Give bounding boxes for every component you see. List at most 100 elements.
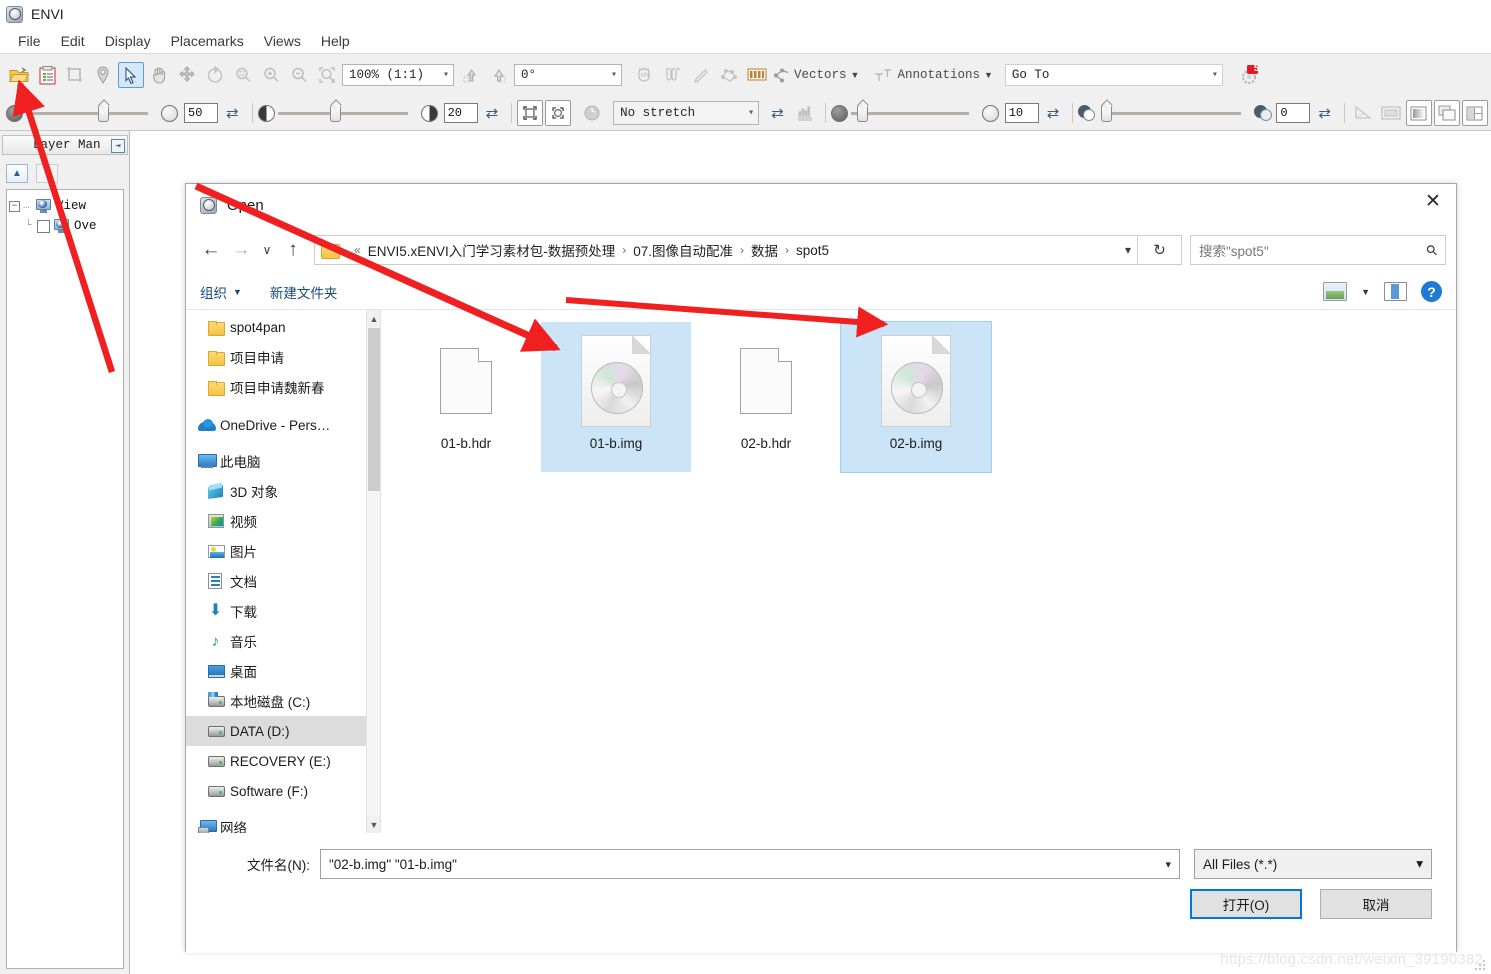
place-item-spot4pan[interactable]: spot4pan	[186, 312, 380, 342]
place-item-network[interactable]: 网络	[186, 812, 380, 833]
paste-icon[interactable]	[34, 62, 60, 88]
reset-sharpen-icon[interactable]: ⇄	[1047, 104, 1060, 122]
place-item-data-d[interactable]: DATA (D:)	[186, 716, 380, 746]
menu-help[interactable]: Help	[311, 31, 360, 51]
menu-edit[interactable]: Edit	[51, 31, 95, 51]
zoom-in-icon[interactable]	[258, 62, 284, 88]
open-button[interactable]: 打开(O)	[1190, 889, 1302, 919]
vectors-icon[interactable]	[772, 62, 792, 88]
breadcrumb-overflow[interactable]: «	[354, 243, 361, 257]
forward-icon[interactable]: →	[226, 235, 256, 265]
help-icon[interactable]: ?	[1421, 281, 1442, 302]
view-stack-icon[interactable]	[1433, 100, 1460, 126]
layer-visibility-checkbox[interactable]	[37, 219, 50, 233]
notifications-icon[interactable]: 5	[1235, 62, 1261, 88]
layer-tree-item-overview[interactable]: └ Ove	[9, 216, 121, 236]
stretch-combo[interactable]: No stretch ▾	[613, 101, 760, 125]
preview-pane-icon[interactable]	[1384, 282, 1407, 301]
place-item-recovery-e[interactable]: RECOVERY (E:)	[186, 746, 380, 776]
place-item-pictures[interactable]: 图片	[186, 536, 380, 566]
chevron-down-icon[interactable]: ▾	[1117, 243, 1131, 257]
breadcrumb-item-1[interactable]: ENVI5.xENVI入门学习素材包-数据预处理	[368, 240, 616, 260]
place-item-onedrive[interactable]: OneDrive - Pers…	[186, 410, 380, 440]
file-type-filter[interactable]: All Files (*.*) ▾	[1194, 849, 1432, 879]
search-input[interactable]: 搜索"spot5" ⚲	[1190, 235, 1446, 265]
brightness-slider-thumb[interactable]	[98, 104, 109, 122]
organize-button[interactable]: 组织 ▼	[200, 282, 242, 302]
place-item-downloads[interactable]: ⬇ 下载	[186, 596, 380, 626]
place-item-this-pc[interactable]: 此电脑	[186, 446, 380, 476]
place-item-software-f[interactable]: Software (F:)	[186, 776, 380, 806]
reset-brightness-icon[interactable]: ⇄	[226, 104, 239, 122]
new-folder-button[interactable]: 新建文件夹	[270, 282, 338, 302]
scrollbar-thumb[interactable]	[368, 328, 380, 491]
select-cursor-icon[interactable]	[118, 62, 144, 88]
place-item-project-application-weixinchun[interactable]: 项目申请魏新春	[186, 372, 380, 402]
chevron-down-icon[interactable]: ▼	[1361, 287, 1370, 297]
breadcrumb-item-2[interactable]: 07.图像自动配准	[633, 240, 733, 260]
view-layout-icon[interactable]	[1323, 282, 1348, 301]
pan-hand-icon[interactable]	[146, 62, 172, 88]
brightness-slider[interactable]	[26, 104, 148, 122]
close-icon[interactable]: ✕	[1410, 184, 1456, 218]
up-one-level-icon[interactable]: ↑	[278, 235, 308, 265]
goto-combo[interactable]: Go To ▾	[1004, 64, 1223, 86]
file-item[interactable]: 01-b.hdr	[391, 322, 541, 472]
tree-collapse-toggle[interactable]: −	[9, 200, 20, 212]
menu-display[interactable]: Display	[95, 31, 161, 51]
search-icon[interactable]: ⚲	[1422, 240, 1441, 259]
open-file-icon[interactable]	[6, 62, 32, 88]
chevron-down-icon[interactable]: ▼	[851, 70, 860, 80]
place-item-3d-objects[interactable]: 3D 对象	[186, 476, 380, 506]
contrast-slider[interactable]	[277, 104, 408, 122]
place-item-videos[interactable]: 视频	[186, 506, 380, 536]
contrast-value[interactable]: 20	[443, 103, 478, 123]
place-item-desktop[interactable]: 桌面	[186, 656, 380, 686]
view-single-icon[interactable]	[1405, 100, 1432, 126]
zoom-out-icon[interactable]	[286, 62, 312, 88]
recent-locations-icon[interactable]: ∨	[256, 235, 278, 265]
breadcrumb-item-3[interactable]: 数据	[751, 240, 778, 260]
annotations-label[interactable]: Annotations	[897, 68, 980, 82]
refresh-icon[interactable]: ↻	[1138, 235, 1182, 265]
transparency-slider[interactable]	[1101, 104, 1242, 122]
file-item[interactable]: 02-b.hdr	[691, 322, 841, 472]
file-list-pane[interactable]: 01-b.hdr 01-b.img 02-b.hdr 02-b.img	[381, 310, 1456, 833]
fit-to-window-icon[interactable]	[517, 100, 544, 126]
place-item-project-application[interactable]: 项目申请	[186, 342, 380, 372]
layer-tree[interactable]: − … View └ Ove	[6, 189, 124, 969]
view-split-icon[interactable]	[1461, 100, 1488, 126]
menu-file[interactable]: File	[8, 31, 51, 51]
chevron-down-icon[interactable]: ▼	[984, 70, 993, 80]
brightness-value[interactable]: 50	[184, 103, 218, 123]
rotation-combo[interactable]: 0° ▾	[514, 64, 622, 86]
filename-input[interactable]: "02-b.img" "01-b.img" ▾	[320, 849, 1180, 879]
zoom-to-fit-icon[interactable]	[314, 62, 340, 88]
cancel-button[interactable]: 取消	[1320, 889, 1432, 919]
layer-tree-item-view[interactable]: − … View	[9, 196, 121, 216]
vectors-label[interactable]: Vectors	[794, 68, 847, 82]
transparency-value[interactable]: 0	[1276, 103, 1311, 123]
place-item-music[interactable]: ♪ 音乐	[186, 626, 380, 656]
place-item-documents[interactable]: 文档	[186, 566, 380, 596]
reset-stretch-icon[interactable]: ⇄	[771, 104, 784, 122]
file-item[interactable]: 01-b.img	[541, 322, 691, 472]
reset-contrast-icon[interactable]: ⇄	[486, 104, 499, 122]
fit-to-data-icon[interactable]	[545, 100, 572, 126]
zoom-level-combo[interactable]: 100% (1:1) ▾	[342, 64, 454, 86]
breadcrumb-item-4[interactable]: spot5	[796, 243, 829, 258]
collapse-all-icon[interactable]: ▲	[6, 164, 28, 183]
menu-views[interactable]: Views	[254, 31, 311, 51]
sharpen-slider[interactable]	[850, 104, 969, 122]
address-bar[interactable]: « ENVI5.xENVI入门学习素材包-数据预处理 › 07.图像自动配准 ›…	[314, 235, 1138, 265]
navigation-pane-scrollbar[interactable]: ▲ ▼	[366, 310, 380, 833]
reset-transparency-icon[interactable]: ⇄	[1318, 104, 1331, 122]
scroll-down-icon[interactable]: ▼	[367, 816, 380, 833]
chevron-down-icon[interactable]: ▾	[1165, 858, 1171, 871]
annotations-icon[interactable]	[873, 62, 895, 88]
menu-placemarks[interactable]: Placemarks	[161, 31, 254, 51]
transparency-slider-thumb[interactable]	[1101, 104, 1113, 122]
sharpen-value[interactable]: 10	[1004, 103, 1039, 123]
expand-all-icon[interactable]: ▼	[36, 164, 58, 183]
fly-icon[interactable]	[174, 62, 200, 88]
